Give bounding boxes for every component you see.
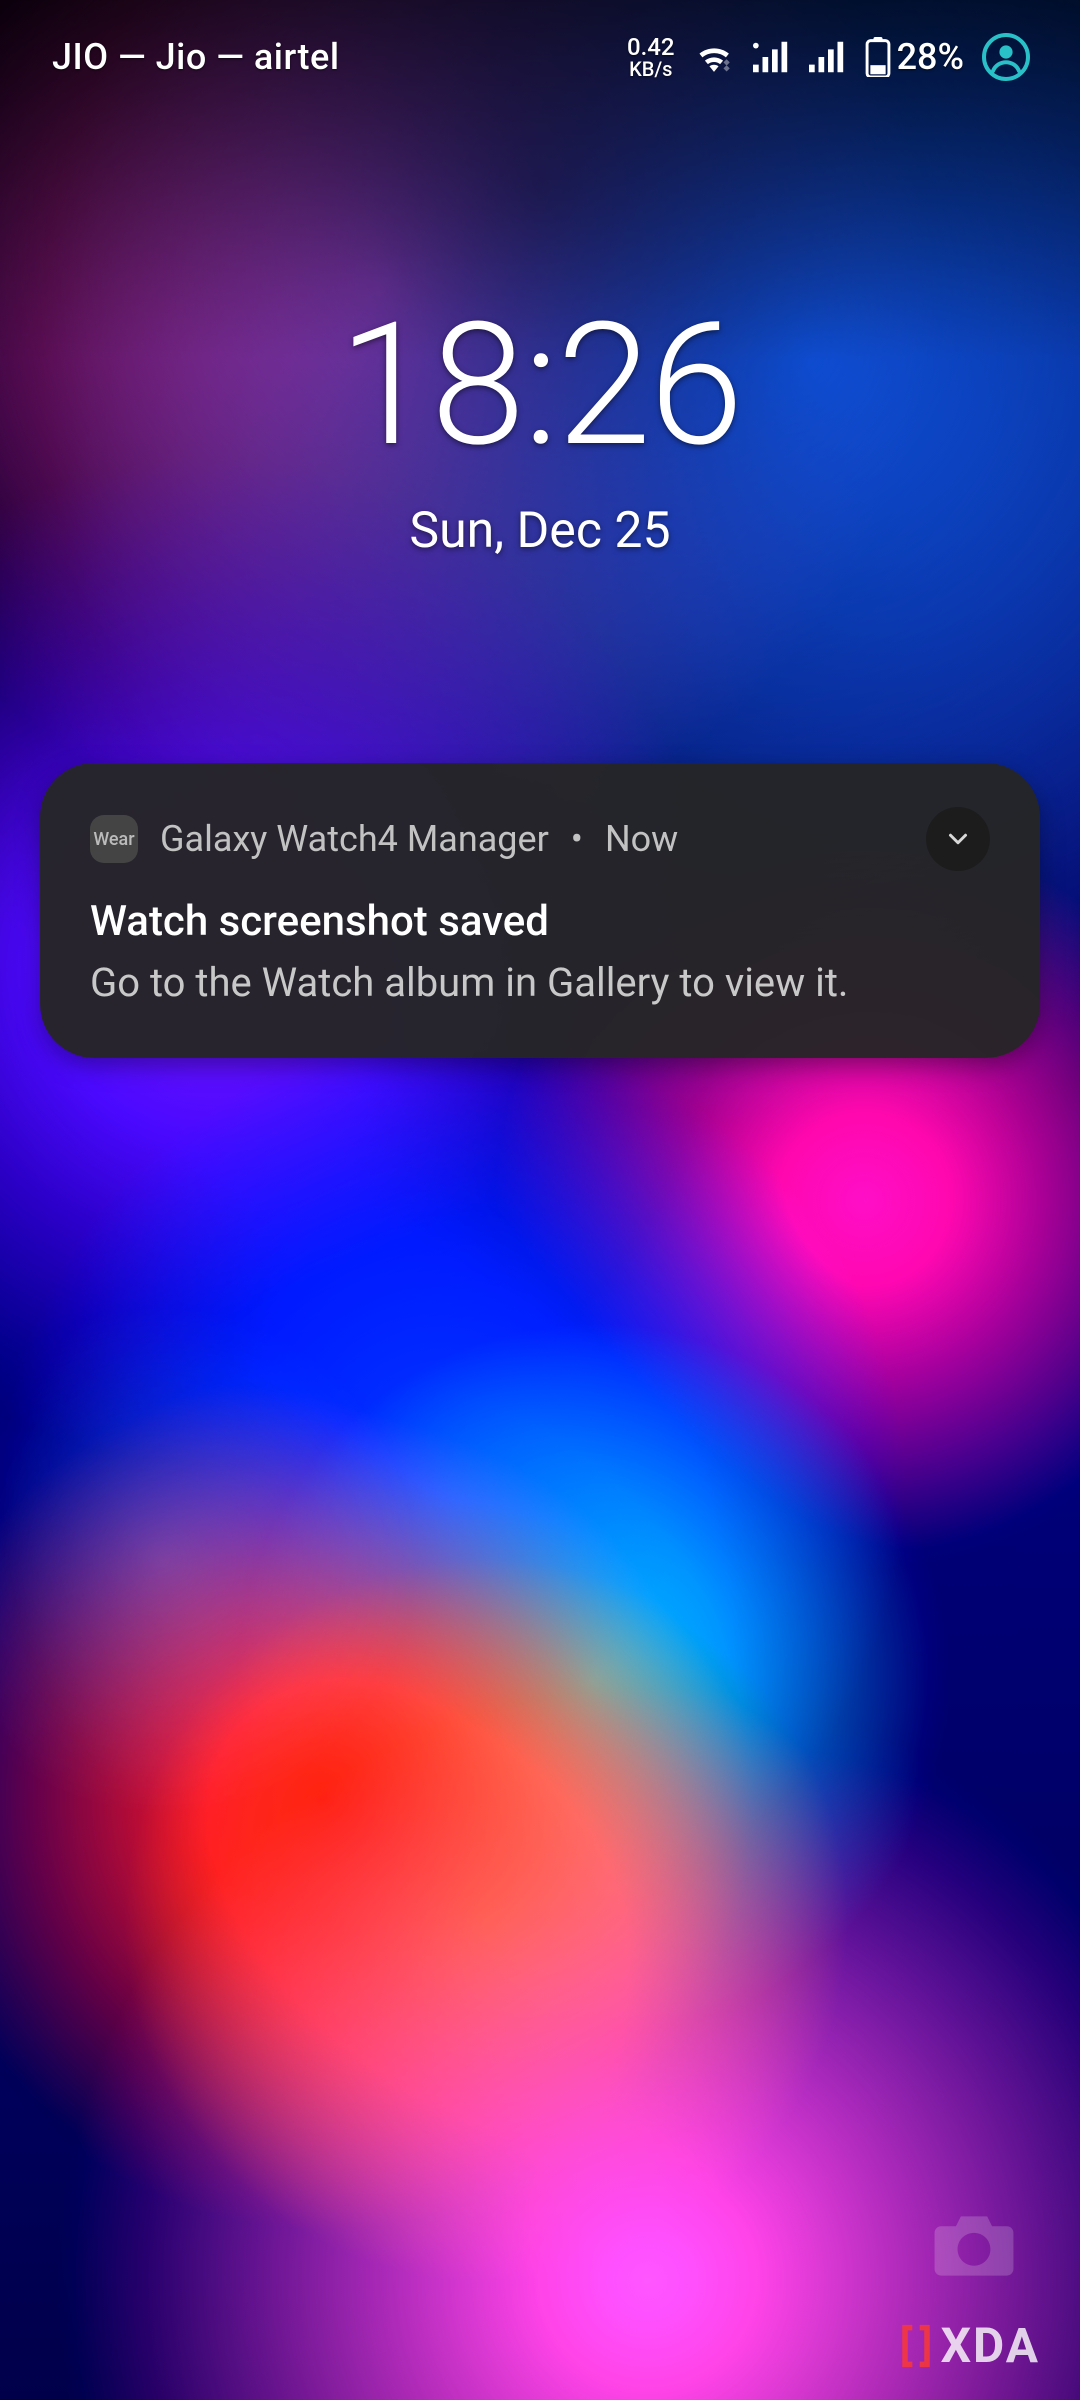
notification-separator: • [571,818,583,860]
cellular-signal-1-icon [753,41,791,73]
notification-title: Watch screenshot saved [90,897,990,946]
notification-card[interactable]: Wear Galaxy Watch4 Manager • Now Watch s… [40,763,1040,1058]
lockscreen-clock: 18:26 Sun, Dec 25 [0,300,1080,560]
battery-indicator: 28% [865,36,964,78]
notification-body: Go to the Watch album in Gallery to view… [90,956,990,1010]
battery-icon [865,37,891,77]
wifi-icon [693,40,735,74]
xda-watermark-text: XDA [941,2317,1040,2374]
cellular-signal-2-icon [809,41,847,73]
data-rate-unit: KB/s [629,59,672,79]
notification-header: Wear Galaxy Watch4 Manager • Now [90,807,990,871]
data-rate-indicator: 0.42 KB/s [627,35,675,79]
clock-date: Sun, Dec 25 [0,502,1080,560]
battery-percent: 28% [897,36,964,78]
xda-watermark: XDA [897,2317,1040,2374]
xda-bracket-icon [897,2324,935,2368]
notification-time: Now [605,818,678,860]
data-rate-value: 0.42 [627,35,675,59]
carrier-label: JIO — Jio — airtel [52,36,340,78]
wear-app-icon: Wear [90,815,138,863]
chevron-down-icon [943,824,973,854]
camera-shortcut-icon[interactable] [928,2206,1020,2290]
statusbar: JIO — Jio — airtel 0.42 KB/s 28% [0,0,1080,96]
notification-app-name: Galaxy Watch4 Manager [160,818,549,860]
profile-icon[interactable] [982,33,1030,81]
clock-time: 18:26 [0,300,1080,470]
notification-expand-button[interactable] [926,807,990,871]
